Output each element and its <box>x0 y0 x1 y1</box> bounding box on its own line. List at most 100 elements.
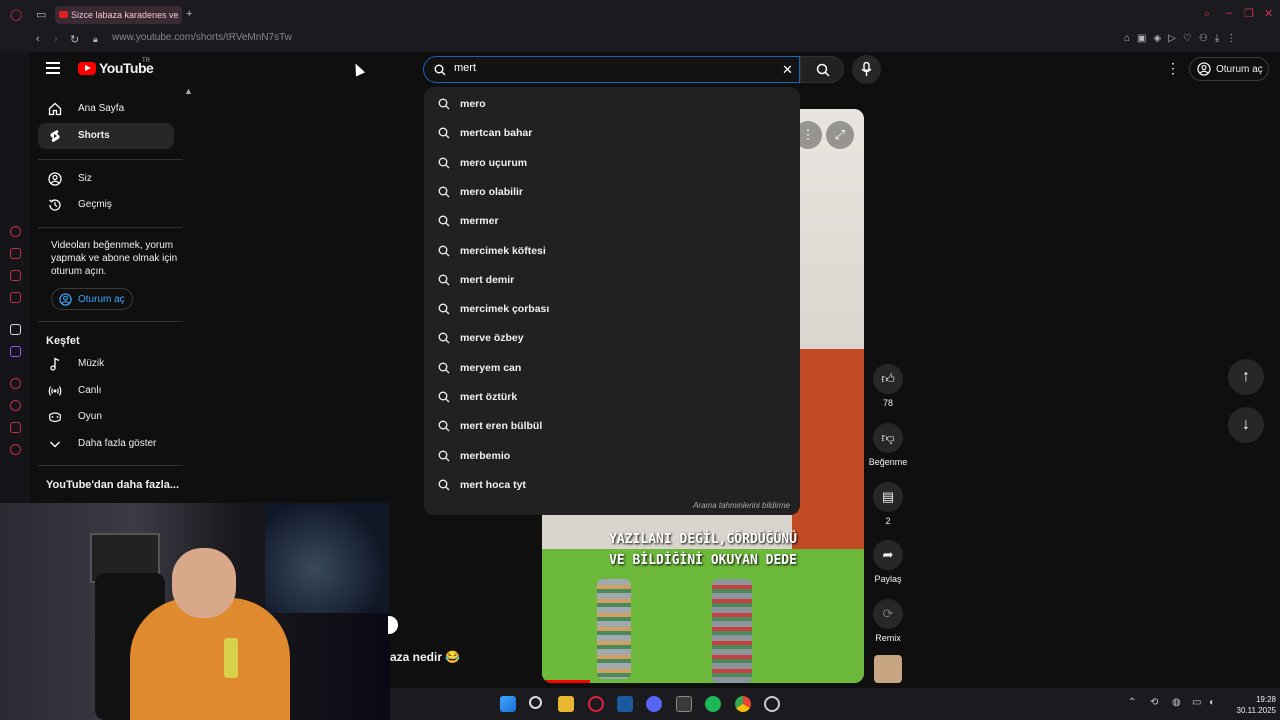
suggestion-text: mert öztürk <box>460 391 518 403</box>
suggestion-text: mert hoca tyt <box>460 478 526 491</box>
search-tabs-icon[interactable]: ⌕ <box>1204 8 1210 21</box>
steam-icon[interactable] <box>617 696 633 712</box>
suggestion-text: mert eren bülbül <box>460 420 543 433</box>
sidebar-scroll-up-icon[interactable]: ▲ <box>184 86 193 96</box>
signin-prompt-text: Videoları beğenmek, yorum yapmak ve abon… <box>51 240 178 277</box>
forward-icon[interactable]: › <box>54 33 58 45</box>
report-predictions-link[interactable]: Arama tahminlerini bildirme <box>693 501 790 510</box>
suggestion-item[interactable]: mero <box>424 90 800 119</box>
windows-taskbar <box>390 688 1280 720</box>
video-title[interactable]: aza nedir 😂 <box>390 650 460 664</box>
signin-button[interactable]: Oturum aç <box>1189 57 1269 81</box>
more-options-icon[interactable]: ⋮ <box>1166 60 1180 77</box>
sidebar-signin-button[interactable]: Oturum aç <box>51 288 133 310</box>
file-explorer-icon[interactable] <box>558 696 574 712</box>
sidebar-signin-label: Oturum aç <box>78 294 125 305</box>
browser-toolbar-icons[interactable]: ⌂▣◈▷♡⚇⤓⋮ <box>1124 33 1243 44</box>
sidebar-item-you[interactable]: Siz <box>38 166 174 192</box>
remix-button[interactable]: ⟳ <box>873 599 903 629</box>
reload-icon[interactable]: ↻ <box>70 33 79 46</box>
webcam-person-head <box>172 548 236 618</box>
suggestion-item[interactable]: mero uçurum <box>424 149 800 178</box>
suggestion-item[interactable]: mertcan bahar <box>424 119 800 148</box>
suggestion-item[interactable]: mercimek köftesi <box>424 237 800 266</box>
windows-start-icon[interactable] <box>500 696 516 712</box>
suggestion-item[interactable]: mert öztürk <box>424 383 800 412</box>
tray-sync-icon[interactable]: ⟲ <box>1150 697 1158 708</box>
suggestion-item[interactable]: mert demir <box>424 266 800 295</box>
sidebar-item-history[interactable]: Geçmiş <box>38 192 174 218</box>
taskbar-clock[interactable]: 19:28 30.11.2025 <box>1228 694 1276 716</box>
bookmark-icon[interactable] <box>10 270 21 281</box>
sidebar-item-gaming[interactable]: Oyun <box>38 404 174 430</box>
search-icon <box>438 245 450 256</box>
search-button[interactable] <box>800 56 844 83</box>
channel-avatar[interactable] <box>874 655 902 683</box>
app-icon[interactable] <box>10 324 21 335</box>
sidebar-item-shorts[interactable]: Shorts <box>38 123 174 149</box>
divider <box>38 465 183 466</box>
minimize-button[interactable]: – <box>1226 7 1232 19</box>
fullscreen-icon[interactable]: ⤢ <box>826 121 854 149</box>
suggestion-item[interactable]: mercimek çorbası <box>424 295 800 324</box>
video-nav-handle[interactable] <box>388 616 398 634</box>
music-icon <box>50 357 60 371</box>
suggestion-text: mercimek çorbası <box>460 303 550 316</box>
opera-logo-icon[interactable]: ◯ <box>10 8 22 21</box>
suggestion-item[interactable]: merbemio <box>424 442 800 471</box>
browser-tab-active[interactable]: Sizce labaza karadenes ve <box>55 6 182 24</box>
extensions-icon[interactable] <box>10 422 21 433</box>
previous-video-button[interactable]: ↑ <box>1228 359 1264 395</box>
sidebar-item-live[interactable]: Canlı <box>38 378 174 404</box>
suggestion-text: mertcan bahar <box>460 127 533 140</box>
share-button[interactable]: ➦ <box>873 540 903 570</box>
like-button[interactable]: 👍︎ <box>873 364 903 394</box>
tray-volume-icon[interactable]: ◖ <box>1208 697 1214 708</box>
search-icon[interactable] <box>529 696 542 709</box>
suggestion-item[interactable]: mert hoca tyt <box>424 471 800 500</box>
voice-search-button[interactable] <box>852 55 881 84</box>
back-icon[interactable]: ‹ <box>36 33 40 45</box>
sidebar-show-more[interactable]: Daha fazla göster <box>38 431 174 457</box>
suggestion-text: merbemio <box>460 449 511 462</box>
player-icon[interactable] <box>10 378 21 389</box>
suggestion-item[interactable]: meryem can <box>424 354 800 383</box>
workspace-icon[interactable] <box>10 248 21 259</box>
discord-icon[interactable] <box>646 696 662 712</box>
tray-network-icon[interactable]: ▭ <box>1192 697 1201 708</box>
app-settings-icon[interactable] <box>764 696 780 712</box>
messenger-icon[interactable] <box>10 292 21 303</box>
suggestion-item[interactable]: mermer <box>424 207 800 236</box>
comment-button[interactable]: ▤ <box>873 482 903 512</box>
url-field[interactable]: www.youtube.com/shorts/tRVeMnN7sTw <box>112 32 292 43</box>
settings-icon[interactable] <box>10 444 21 455</box>
sidebar-item-music[interactable]: Müzik <box>38 351 174 377</box>
clock-icon[interactable] <box>10 400 21 411</box>
search-icon <box>438 215 450 227</box>
opera-icon[interactable] <box>588 696 604 712</box>
clear-search-icon[interactable]: ✕ <box>782 62 793 78</box>
new-tab-button[interactable]: + <box>186 8 192 20</box>
next-video-button[interactable]: ↓ <box>1228 407 1264 443</box>
tab-view-icon[interactable]: ▭ <box>36 8 46 21</box>
spotify-icon[interactable] <box>705 696 721 712</box>
close-window-button[interactable]: ✕ <box>1264 7 1273 20</box>
tray-mic-icon[interactable]: ◍ <box>1172 697 1181 708</box>
tray-overflow-icon[interactable]: ⌃ <box>1128 697 1136 708</box>
video-progress-bar[interactable] <box>542 680 591 683</box>
search-box[interactable]: ✕ <box>423 56 800 83</box>
sidebar-item-home[interactable]: Ana Sayfa <box>38 96 174 122</box>
twitch-icon[interactable] <box>10 346 21 357</box>
search-input[interactable] <box>454 62 774 74</box>
chrome-icon[interactable] <box>735 696 751 712</box>
sidebar-item-label: Oyun <box>78 411 102 422</box>
browser-tab-bar: ◯ ▭ Sizce labaza karadenes ve + ⌕ – ❐ ✕ <box>0 0 1280 30</box>
store-icon[interactable] <box>676 696 692 712</box>
restore-button[interactable]: ❐ <box>1244 7 1254 20</box>
dislike-button[interactable]: 👎︎ <box>873 423 903 453</box>
share-label: Paylaş <box>874 574 902 584</box>
suggestion-item[interactable]: mero olabilir <box>424 178 800 207</box>
suggestion-item[interactable]: mert eren bülbül <box>424 412 800 441</box>
aria-icon[interactable] <box>10 226 21 237</box>
suggestion-item[interactable]: merve özbey <box>424 324 800 353</box>
